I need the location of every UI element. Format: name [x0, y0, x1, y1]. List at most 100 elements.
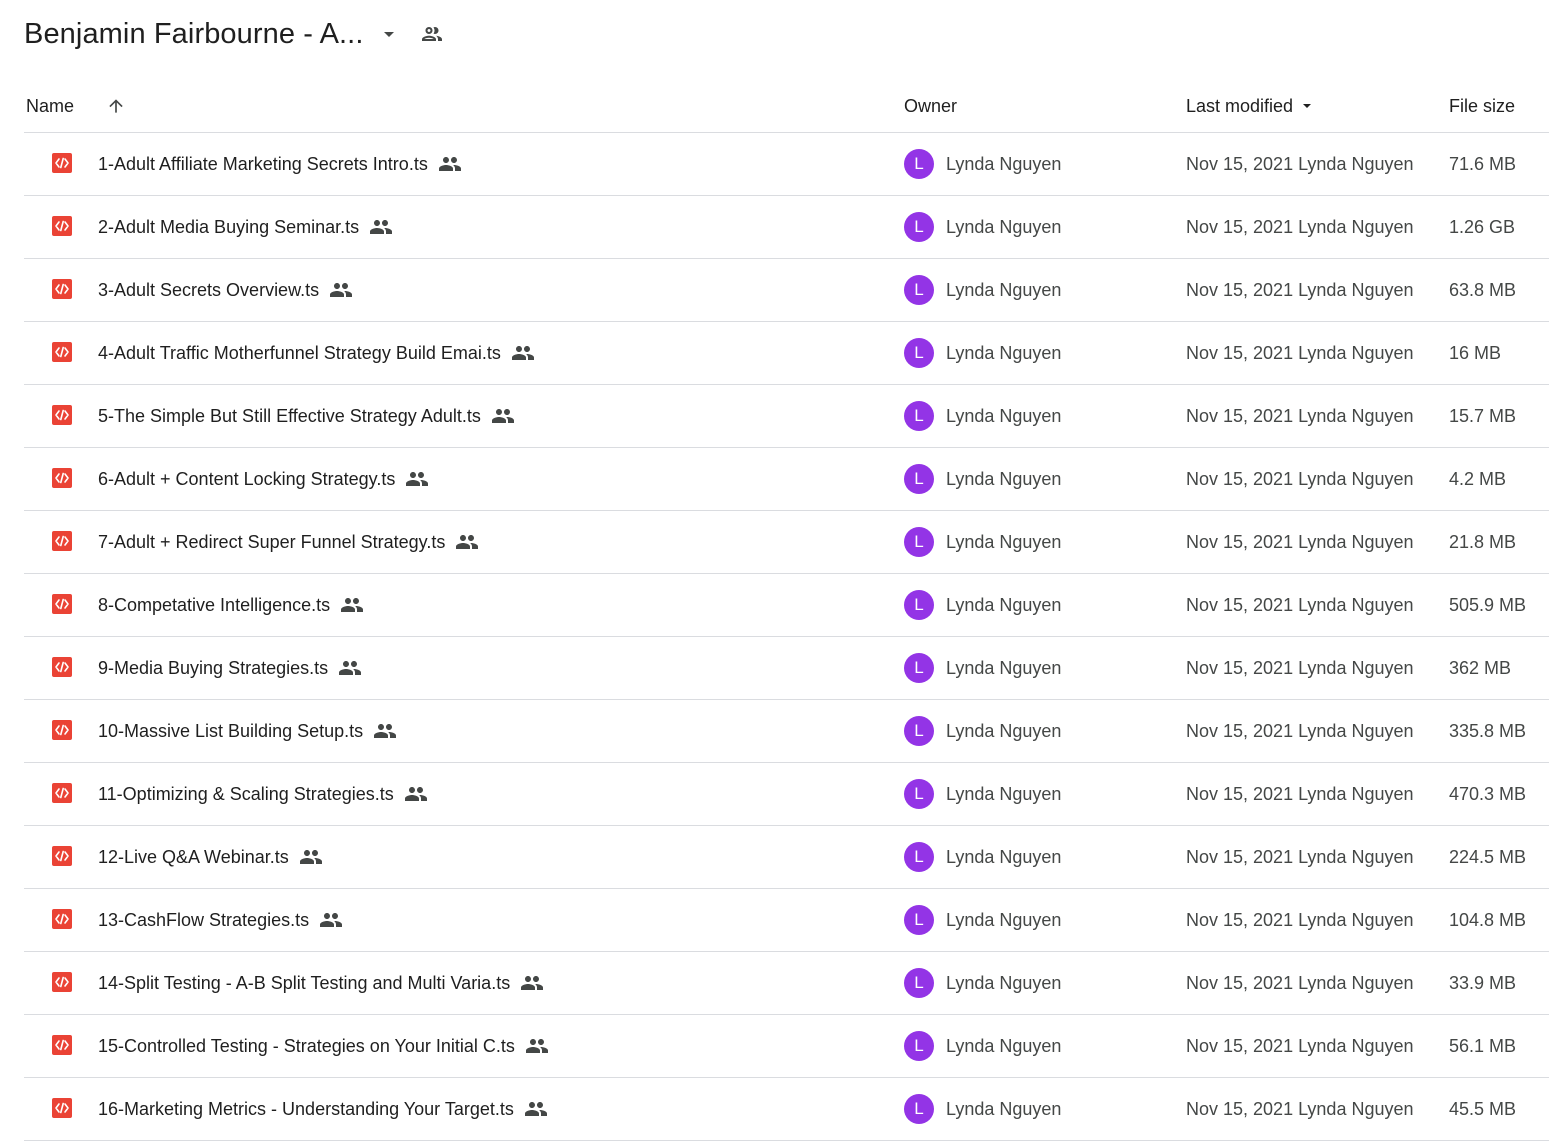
- avatar: L: [904, 464, 934, 494]
- folder-title[interactable]: Benjamin Fairbourne - A...: [24, 18, 363, 51]
- file-row[interactable]: 13-CashFlow Strategies.ts L Lynda Nguyen…: [24, 889, 1549, 952]
- file-name: 12-Live Q&A Webinar.ts: [98, 826, 323, 888]
- owner-name: Lynda Nguyen: [946, 279, 1062, 300]
- file-name: 15-Controlled Testing - Strategies on Yo…: [98, 1015, 549, 1077]
- code-file-icon: [52, 405, 72, 425]
- file-row[interactable]: 5-The Simple But Still Effective Strateg…: [24, 385, 1549, 448]
- owner-name: Lynda Nguyen: [946, 783, 1062, 804]
- file-row[interactable]: 15-Controlled Testing - Strategies on Yo…: [24, 1015, 1549, 1078]
- avatar: L: [904, 275, 934, 305]
- owner-name: Lynda Nguyen: [946, 216, 1062, 237]
- owner-cell: L Lynda Nguyen: [904, 511, 1061, 573]
- owner-cell: L Lynda Nguyen: [904, 637, 1061, 699]
- file-row[interactable]: 9-Media Buying Strategies.ts L Lynda Ngu…: [24, 637, 1549, 700]
- file-row[interactable]: 2-Adult Media Buying Seminar.ts L Lynda …: [24, 196, 1549, 259]
- last-modified-cell: Nov 15, 2021 Lynda Nguyen: [1186, 216, 1414, 237]
- arrow-up-icon[interactable]: [102, 92, 130, 120]
- column-header-last-modified[interactable]: Last modified: [1186, 80, 1315, 132]
- arrow-drop-down-icon: [1303, 104, 1312, 108]
- file-row[interactable]: 11-Optimizing & Scaling Strategies.ts L …: [24, 763, 1549, 826]
- avatar: L: [904, 590, 934, 620]
- file-row[interactable]: 4-Adult Traffic Motherfunnel Strategy Bu…: [24, 322, 1549, 385]
- last-modified-cell: Nov 15, 2021 Lynda Nguyen: [1186, 531, 1414, 552]
- owner-name: Lynda Nguyen: [946, 1098, 1062, 1119]
- file-row[interactable]: 14-Split Testing - A-B Split Testing and…: [24, 952, 1549, 1015]
- file-name-text: 11-Optimizing & Scaling Strategies.ts: [98, 783, 394, 804]
- file-row[interactable]: 7-Adult + Redirect Super Funnel Strategy…: [24, 511, 1549, 574]
- file-size-cell: 470.3 MB: [1449, 783, 1527, 804]
- last-modified-cell: Nov 15, 2021 Lynda Nguyen: [1186, 720, 1414, 741]
- owner-cell: L Lynda Nguyen: [904, 1078, 1061, 1140]
- code-file-icon: [52, 657, 72, 677]
- file-name: 10-Massive List Building Setup.ts: [98, 700, 397, 762]
- code-file-icon: [52, 1098, 72, 1118]
- last-modified-cell: Nov 15, 2021 Lynda Nguyen: [1186, 657, 1414, 678]
- file-name: 4-Adult Traffic Motherfunnel Strategy Bu…: [98, 322, 535, 384]
- owner-name: Lynda Nguyen: [946, 846, 1062, 867]
- last-modified-cell: Nov 15, 2021 Lynda Nguyen: [1186, 405, 1414, 426]
- code-file-icon: [52, 153, 72, 173]
- file-row[interactable]: 1-Adult Affiliate Marketing Secrets Intr…: [24, 133, 1549, 196]
- last-modified-cell: Nov 15, 2021 Lynda Nguyen: [1186, 153, 1414, 174]
- owner-name: Lynda Nguyen: [946, 1035, 1062, 1056]
- code-file-icon: [52, 909, 72, 929]
- file-size-cell: 15.7 MB: [1449, 405, 1517, 426]
- owner-cell: L Lynda Nguyen: [904, 322, 1061, 384]
- file-size-cell: 21.8 MB: [1449, 531, 1517, 552]
- file-row[interactable]: 16-Marketing Metrics - Understanding You…: [24, 1078, 1549, 1141]
- avatar: L: [904, 149, 934, 179]
- shared-icon: [404, 782, 428, 806]
- code-file-icon: [52, 279, 72, 299]
- file-size-cell: 335.8 MB: [1449, 720, 1527, 741]
- column-header-file-size[interactable]: File size: [1449, 80, 1515, 132]
- file-size-cell: 45.5 MB: [1449, 1098, 1517, 1119]
- file-name-text: 15-Controlled Testing - Strategies on Yo…: [98, 1035, 515, 1056]
- arrow-drop-down-icon[interactable]: [377, 22, 401, 46]
- owner-cell: L Lynda Nguyen: [904, 889, 1061, 951]
- avatar: L: [904, 653, 934, 683]
- file-row[interactable]: 12-Live Q&A Webinar.ts L Lynda Nguyen No…: [24, 826, 1549, 889]
- people-outline-icon[interactable]: [417, 19, 447, 49]
- shared-icon: [340, 593, 364, 617]
- shared-icon: [299, 845, 323, 869]
- last-modified-cell: Nov 15, 2021 Lynda Nguyen: [1186, 783, 1414, 804]
- file-list-header: Name Owner Last modified File size: [24, 80, 1549, 133]
- file-name-text: 6-Adult + Content Locking Strategy.ts: [98, 468, 396, 489]
- avatar: L: [904, 1031, 934, 1061]
- file-name: 16-Marketing Metrics - Understanding You…: [98, 1078, 548, 1140]
- owner-cell: L Lynda Nguyen: [904, 763, 1061, 825]
- column-header-name[interactable]: Name: [26, 80, 74, 132]
- file-row[interactable]: 10-Massive List Building Setup.ts L Lynd…: [24, 700, 1549, 763]
- file-rows: 1-Adult Affiliate Marketing Secrets Intr…: [24, 133, 1549, 1141]
- avatar: L: [904, 212, 934, 242]
- file-name-text: 4-Adult Traffic Motherfunnel Strategy Bu…: [98, 342, 501, 363]
- file-size-cell: 362 MB: [1449, 657, 1512, 678]
- file-list: Name Owner Last modified File size 1-Adu…: [24, 80, 1549, 1141]
- shared-icon: [525, 1034, 549, 1058]
- avatar: L: [904, 842, 934, 872]
- shared-icon: [373, 719, 397, 743]
- file-row[interactable]: 6-Adult + Content Locking Strategy.ts L …: [24, 448, 1549, 511]
- owner-cell: L Lynda Nguyen: [904, 448, 1061, 510]
- shared-icon: [438, 152, 462, 176]
- file-row[interactable]: 8-Competative Intelligence.ts L Lynda Ng…: [24, 574, 1549, 637]
- shared-icon: [319, 908, 343, 932]
- file-size-cell: 16 MB: [1449, 342, 1502, 363]
- last-modified-cell: Nov 15, 2021 Lynda Nguyen: [1186, 594, 1414, 615]
- file-name-text: 8-Competative Intelligence.ts: [98, 594, 331, 615]
- avatar: L: [904, 716, 934, 746]
- last-modified-cell: Nov 15, 2021 Lynda Nguyen: [1186, 279, 1414, 300]
- column-header-owner[interactable]: Owner: [904, 80, 957, 132]
- owner-name: Lynda Nguyen: [946, 531, 1062, 552]
- owner-name: Lynda Nguyen: [946, 405, 1062, 426]
- file-size-cell: 1.26 GB: [1449, 216, 1516, 237]
- last-modified-cell: Nov 15, 2021 Lynda Nguyen: [1186, 1098, 1414, 1119]
- owner-cell: L Lynda Nguyen: [904, 196, 1061, 258]
- file-size-cell: 33.9 MB: [1449, 972, 1517, 993]
- file-name-text: 10-Massive List Building Setup.ts: [98, 720, 364, 741]
- file-name: 9-Media Buying Strategies.ts: [98, 637, 362, 699]
- code-file-icon: [52, 594, 72, 614]
- avatar: L: [904, 338, 934, 368]
- owner-name: Lynda Nguyen: [946, 342, 1062, 363]
- file-row[interactable]: 3-Adult Secrets Overview.ts L Lynda Nguy…: [24, 259, 1549, 322]
